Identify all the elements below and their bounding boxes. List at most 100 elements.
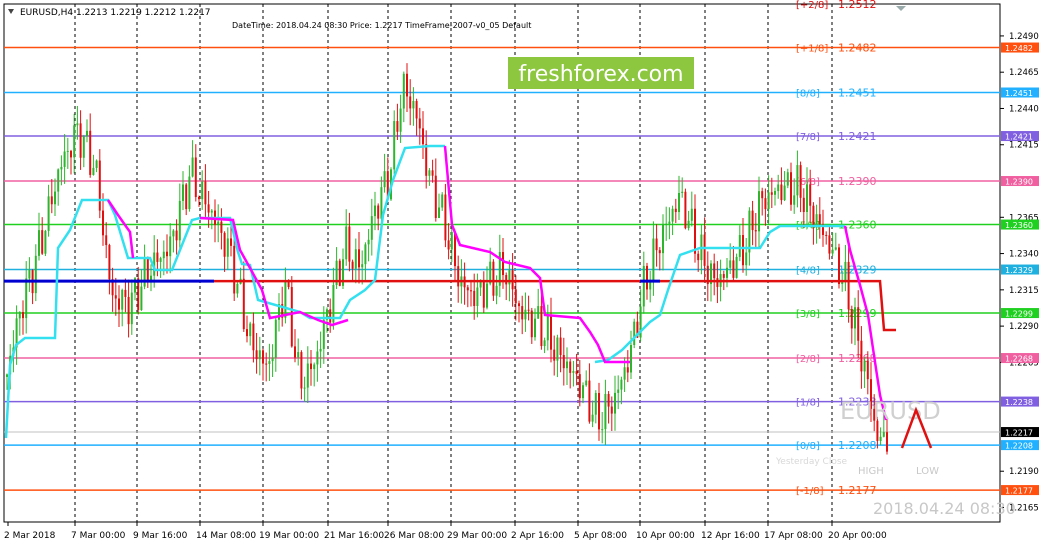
candle-body [546, 314, 549, 341]
candle-body [582, 385, 584, 399]
candle-body [185, 184, 188, 210]
candle-body [662, 224, 664, 254]
candle-body [290, 287, 293, 347]
candle-body [665, 223, 668, 225]
price-tick-label: 1.2415 [1009, 141, 1039, 151]
candle-body [790, 172, 792, 205]
candle-body [726, 267, 728, 278]
murrey-value: 1.2512 [838, 0, 877, 11]
candle-body [713, 263, 716, 279]
candle-body [697, 253, 700, 261]
candle-body [79, 123, 82, 158]
price-tag-text: 1.2299 [1005, 310, 1033, 319]
candle-body [252, 323, 255, 351]
candle-body [866, 360, 869, 380]
candle-body [473, 290, 476, 307]
candle-body [674, 208, 677, 213]
time-label: 12 Apr 16:00 [701, 531, 760, 541]
candle-body [598, 393, 600, 430]
candle-body [534, 318, 536, 338]
candle-body [588, 380, 591, 422]
candle-body [217, 221, 220, 225]
candle-body [166, 251, 168, 257]
candle-body [50, 196, 53, 205]
price-tag-text: 1.2177 [1005, 487, 1033, 496]
candle-body [879, 436, 882, 441]
time-label: 10 Apr 00:00 [636, 531, 695, 541]
price-tag-text: 1.2421 [1005, 133, 1033, 142]
candle-body [348, 226, 351, 262]
candle-body [732, 260, 735, 278]
candle-body [578, 374, 581, 399]
candle-body [527, 309, 530, 311]
price-tag-text: 1.2238 [1005, 398, 1033, 407]
candle-body [777, 184, 780, 192]
candle-body [482, 281, 485, 308]
candle-body [745, 252, 748, 266]
watermark-date: 2018.04.24 08:30 [873, 499, 1016, 518]
candle-body [300, 352, 303, 389]
candle-body [495, 285, 498, 296]
candle-body [406, 73, 408, 97]
candle-body [294, 346, 296, 358]
price-tick-label: 1.2340 [1009, 250, 1039, 260]
candle-body [806, 184, 808, 213]
murrey-label: [3/8] [796, 309, 820, 320]
candle-body [428, 170, 431, 176]
candle-body [172, 230, 175, 237]
candle-body [812, 205, 815, 228]
candle-body [511, 270, 514, 290]
candle-body [89, 130, 92, 175]
time-label: 26 Mar 08:00 [384, 531, 444, 541]
candle-body [722, 274, 725, 278]
candle-body [63, 151, 66, 167]
candle-body [92, 167, 95, 175]
candle-body [476, 287, 479, 307]
candle-body [569, 361, 572, 373]
candle-body [466, 287, 469, 291]
price-tick-label: 1.2490 [1009, 32, 1039, 42]
brand-text: freshforex.com [518, 62, 683, 87]
candle-body [306, 363, 309, 388]
candle-body [44, 230, 47, 254]
candle-body [479, 281, 482, 288]
murrey-value: 1.2390 [838, 175, 877, 188]
candle-body [249, 323, 252, 337]
candle-body [678, 192, 680, 213]
candle-body [118, 298, 120, 310]
candle-body [572, 371, 575, 373]
candle-body [543, 340, 546, 347]
candle-body [854, 307, 856, 329]
candle-body [847, 261, 850, 310]
candle-body [412, 100, 415, 109]
candle-body [610, 406, 613, 414]
candle-body [729, 260, 732, 268]
candle-body [642, 265, 645, 307]
candle-body [409, 96, 412, 109]
candle-body [310, 363, 312, 370]
chart: [+2/8] 1.2512 [+1/8] 1.2482 [8/8] 1.2451 [7/8]… [3, 0, 1039, 541]
candle-body [191, 157, 194, 177]
symbol-info: EURUSD,H4 1.2213 1.2219 1.2212 1.2217 [20, 8, 211, 18]
price-tick-label: 1.2315 [1009, 286, 1039, 296]
candle-body [444, 194, 447, 241]
time-label: 7 Mar 00:00 [71, 531, 126, 541]
candle-body [137, 278, 140, 310]
watermark-symbol: EURUSD [840, 397, 941, 425]
candle-body [438, 207, 440, 218]
murrey-label: [+1/8] [796, 44, 828, 55]
candle-body [537, 306, 540, 319]
candle-body [575, 371, 578, 375]
murrey-label: [2/8] [796, 354, 820, 365]
candle-body [742, 235, 744, 266]
watermark-high: HIGH [858, 466, 884, 477]
candle-body [105, 235, 108, 246]
time-label: 9 Mar 16:00 [133, 531, 188, 541]
candle-body [418, 118, 421, 129]
candle-body [492, 261, 495, 296]
candle-body [220, 221, 223, 233]
candle-body [396, 121, 399, 132]
price-tag-text: 1.2482 [1005, 44, 1033, 53]
candle-body [201, 181, 204, 200]
candle-body [774, 191, 776, 195]
